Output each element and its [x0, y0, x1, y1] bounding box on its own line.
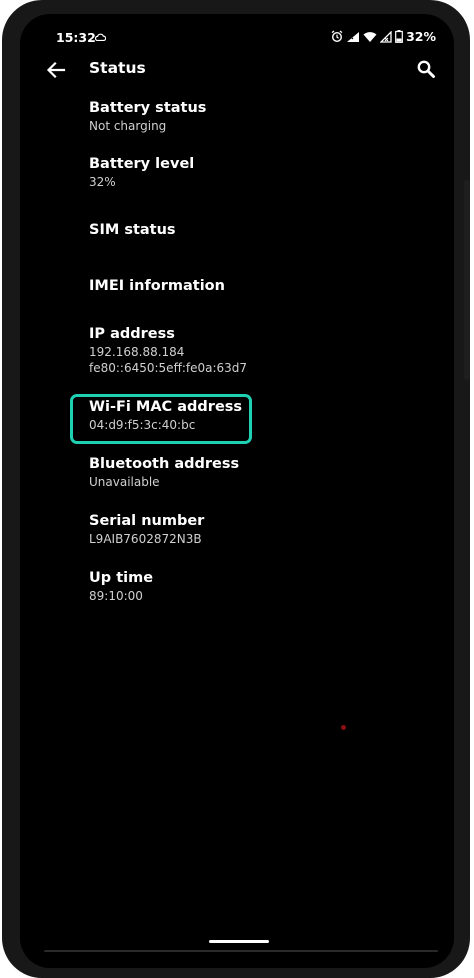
setting-title: SIM status [89, 222, 176, 238]
setting-title: IMEI information [89, 278, 225, 294]
setting-title: Serial number [89, 513, 205, 529]
setting-title: Wi-Fi MAC address [89, 399, 243, 415]
wifi-icon [363, 31, 377, 42]
list-item-up-time[interactable]: Up time 89:10:00 [89, 568, 419, 604]
setting-title: Battery level [89, 156, 195, 172]
setting-value: Unavailable [89, 475, 160, 489]
list-item-battery-status[interactable]: Battery status Not charging [89, 98, 419, 134]
setting-title: Up time [89, 570, 154, 586]
search-button[interactable] [414, 57, 438, 81]
setting-title: IP address [89, 326, 175, 342]
setting-value: 32% [89, 175, 116, 189]
battery-icon [395, 30, 403, 43]
setting-value: L9AIB7602872N3B [89, 532, 202, 546]
gesture-nav-handle[interactable] [209, 940, 269, 943]
phone-side-button [464, 180, 470, 380]
status-bar: 15:32 32% [20, 28, 454, 48]
setting-value: Not charging [89, 119, 167, 133]
list-item-sim-status[interactable]: SIM status [89, 220, 419, 240]
screen: 15:32 32% Status Battery status Not char… [20, 14, 454, 968]
battery-percentage: 32% [406, 29, 436, 44]
setting-value: fe80::6450:5eff:fe0a:63d7 [89, 361, 248, 375]
list-item-battery-level[interactable]: Battery level 32% [89, 154, 419, 190]
setting-title: Battery status [89, 100, 207, 116]
list-item-bluetooth-address[interactable]: Bluetooth address Unavailable [89, 454, 419, 490]
cloud-icon [95, 33, 106, 41]
page-title: Status [89, 59, 146, 77]
setting-value: 89:10:00 [89, 589, 143, 603]
status-icons: 32% [331, 29, 436, 44]
list-item-serial-number[interactable]: Serial number L9AIB7602872N3B [89, 511, 419, 547]
bottom-bezel-line [44, 950, 438, 952]
status-time: 15:32 [56, 30, 96, 45]
no-signal-icon [380, 30, 392, 43]
arrow-back-icon [46, 61, 66, 79]
alarm-icon [331, 30, 343, 43]
back-button[interactable] [44, 58, 68, 82]
search-icon [417, 60, 435, 78]
phone-frame: 15:32 32% Status Battery status Not char… [2, 0, 470, 978]
screen-artifact-dot [341, 725, 346, 730]
setting-value: 04:d9:f5:3c:40:bc [89, 418, 196, 432]
signal-icon [347, 31, 360, 42]
list-item-ip-address[interactable]: IP address 192.168.88.184 fe80::6450:5ef… [89, 324, 419, 376]
list-item-wifi-mac-address[interactable]: Wi-Fi MAC address 04:d9:f5:3c:40:bc [89, 397, 419, 433]
list-item-imei-information[interactable]: IMEI information [89, 276, 419, 296]
setting-value: 192.168.88.184 [89, 345, 185, 359]
setting-title: Bluetooth address [89, 456, 240, 472]
app-bar: Status [20, 54, 454, 86]
